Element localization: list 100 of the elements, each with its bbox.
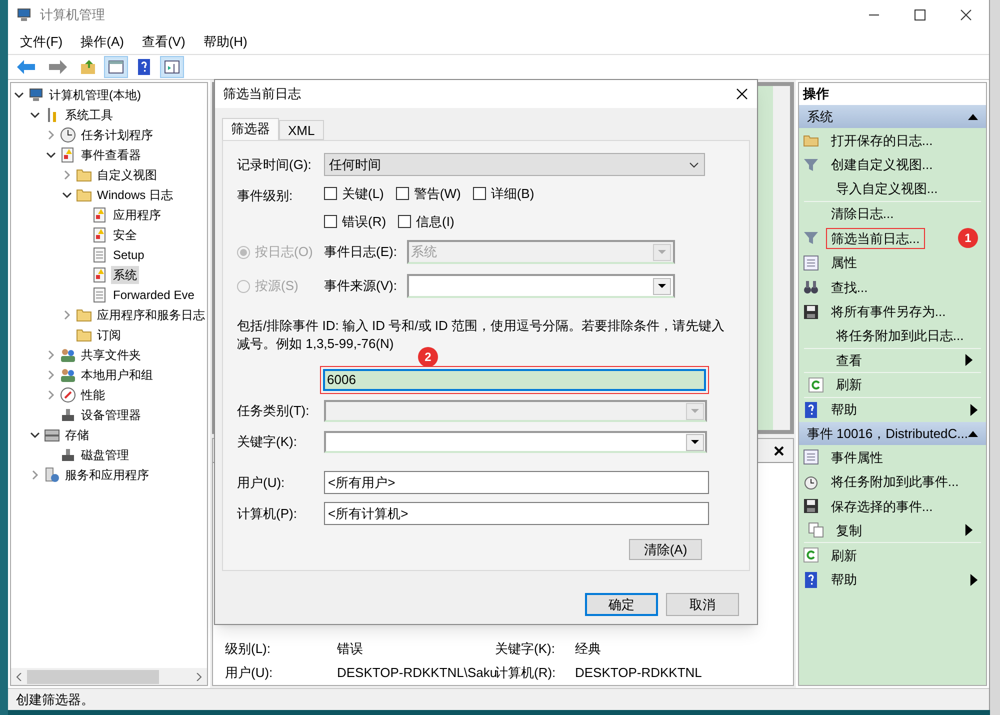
checkbox[interactable] bbox=[324, 187, 337, 200]
tree-item[interactable]: 本地用户和组 bbox=[79, 366, 155, 384]
refresh-icon bbox=[802, 547, 819, 564]
panel-icon bbox=[164, 59, 180, 75]
dropdown-field[interactable] bbox=[324, 431, 707, 453]
tree-item[interactable]: 设备管理器 bbox=[79, 406, 143, 424]
tree-item[interactable]: 应用程序和服务日志 bbox=[95, 306, 207, 324]
collapse-triangle-icon[interactable] bbox=[968, 112, 978, 122]
dropdown-caret-icon bbox=[686, 434, 704, 450]
time-dropdown[interactable]: 任何时间 bbox=[324, 153, 705, 176]
submenu-arrow-icon bbox=[970, 404, 978, 416]
funnel-icon bbox=[802, 230, 819, 246]
action-item[interactable]: 导入自定义视图... bbox=[836, 179, 973, 198]
menu-item[interactable]: 查看(V) bbox=[142, 32, 186, 52]
tree-item[interactable]: 存储 bbox=[63, 426, 91, 444]
tree-item[interactable]: 性能 bbox=[79, 386, 107, 404]
clear-button[interactable]: 清除(A) bbox=[629, 539, 702, 560]
action-item[interactable]: 将任务附加到此事件... bbox=[830, 472, 978, 492]
cancel-button[interactable]: 取消 bbox=[666, 593, 739, 616]
text-field[interactable]: <所有计算机> bbox=[324, 502, 709, 525]
maximize-icon[interactable] bbox=[914, 9, 926, 21]
checkbox[interactable] bbox=[472, 187, 486, 200]
tree-item[interactable]: 订阅 bbox=[95, 326, 123, 344]
action-item[interactable]: 创建自定义视图... bbox=[830, 155, 978, 174]
checkbox-label: 信息(I) bbox=[416, 212, 454, 231]
action-item[interactable]: 筛选当前日志... bbox=[826, 228, 924, 248]
detail-label: 级别(L): bbox=[225, 640, 272, 658]
tree-item[interactable]: 系统工具 bbox=[63, 106, 115, 124]
submenu-arrow-icon bbox=[965, 354, 973, 366]
action-item[interactable]: 将任务附加到此日志... bbox=[836, 326, 973, 346]
text-field[interactable]: <所有用户> bbox=[324, 471, 709, 494]
action-item[interactable]: 刷新 bbox=[836, 375, 973, 394]
field-label: 事件日志(E): bbox=[324, 243, 398, 262]
checkbox[interactable] bbox=[398, 214, 412, 228]
checkbox[interactable] bbox=[396, 187, 409, 200]
tree-item[interactable]: 磁盘管理 bbox=[79, 446, 131, 464]
section-header[interactable]: 事件 10016，DistributedC... bbox=[798, 422, 986, 445]
tree-item[interactable]: 应用程序 bbox=[111, 206, 163, 224]
tree-item[interactable]: 系统 bbox=[111, 266, 139, 284]
tree-item[interactable]: 自定义视图 bbox=[95, 166, 159, 184]
back-arrow-icon bbox=[16, 59, 36, 75]
tree-item[interactable]: Setup bbox=[111, 246, 146, 264]
action-item[interactable]: 帮助 bbox=[830, 400, 958, 420]
scroll-left-icon[interactable] bbox=[15, 672, 23, 680]
menu-item[interactable]: 操作(A) bbox=[80, 32, 124, 52]
tree-item[interactable]: 计算机管理(本地) bbox=[47, 86, 143, 104]
event-id-field[interactable]: 6006 bbox=[323, 369, 706, 391]
save-icon bbox=[802, 498, 819, 514]
tree-item[interactable]: 服务和应用程序 bbox=[63, 466, 151, 484]
funnel-icon bbox=[802, 156, 819, 173]
close-icon[interactable] bbox=[772, 444, 785, 456]
device-icon bbox=[60, 447, 76, 463]
ok-button[interactable]: 确定 bbox=[585, 593, 658, 616]
checkbox[interactable] bbox=[324, 214, 337, 228]
annotation-badge: 1 bbox=[958, 228, 978, 248]
menu-item[interactable]: 文件(F) bbox=[20, 32, 63, 52]
tree-item[interactable]: Forwarded Eve bbox=[111, 286, 196, 304]
help-icon bbox=[802, 572, 819, 588]
action-item[interactable]: 查看 bbox=[836, 350, 953, 370]
status-text: 创建筛选器。 bbox=[16, 690, 94, 709]
computer-icon bbox=[28, 87, 44, 103]
action-item[interactable]: 属性 bbox=[830, 253, 978, 272]
tree-item[interactable]: 共享文件夹 bbox=[79, 346, 143, 364]
action-item[interactable]: 刷新 bbox=[830, 546, 978, 565]
detail-value: 错误 bbox=[337, 640, 364, 658]
scroll-right-icon[interactable] bbox=[195, 672, 203, 680]
action-item[interactable]: 帮助 bbox=[830, 570, 958, 590]
submenu-arrow-icon bbox=[970, 574, 978, 586]
tree-item[interactable]: 安全 bbox=[111, 226, 139, 244]
tab[interactable]: XML bbox=[279, 120, 324, 140]
collapse-triangle-icon[interactable] bbox=[968, 428, 978, 438]
toolbar-button[interactable] bbox=[104, 56, 128, 78]
close-icon[interactable] bbox=[960, 9, 972, 21]
log-icon bbox=[60, 147, 76, 163]
field-label: 计算机(P): bbox=[237, 504, 298, 523]
tree-item[interactable]: 事件查看器 bbox=[79, 146, 143, 164]
tab[interactable]: 筛选器 bbox=[222, 118, 279, 140]
menu-item[interactable]: 帮助(H) bbox=[203, 32, 248, 52]
detail-label: 用户(U): bbox=[225, 664, 274, 682]
action-item[interactable]: 清除日志... bbox=[830, 204, 978, 224]
close-icon[interactable] bbox=[736, 88, 748, 100]
action-item[interactable]: 复制 bbox=[836, 520, 953, 540]
action-item[interactable]: 查找... bbox=[830, 278, 978, 297]
horizontal-scrollbar[interactable] bbox=[11, 668, 207, 685]
action-item[interactable]: 打开保存的日志... bbox=[830, 130, 978, 150]
radio-label: 按源(S) bbox=[255, 277, 298, 296]
tree-item[interactable]: 任务计划程序 bbox=[79, 126, 155, 144]
action-item[interactable]: 保存选择的事件... bbox=[830, 496, 978, 516]
log-icon bbox=[92, 227, 108, 243]
submenu-arrow-icon bbox=[965, 524, 973, 536]
forward-arrow-icon bbox=[48, 59, 68, 75]
people-icon bbox=[60, 347, 76, 363]
action-item[interactable]: 事件属性 bbox=[830, 448, 978, 467]
field-label: 关键字(K): bbox=[237, 433, 298, 452]
toolbar-button[interactable] bbox=[160, 56, 184, 78]
document-icon bbox=[92, 247, 108, 263]
action-item[interactable]: 将所有事件另存为... bbox=[830, 302, 978, 322]
tree-item[interactable]: Windows 日志 bbox=[95, 186, 176, 204]
field-label: 用户(U): bbox=[237, 474, 286, 492]
section-header[interactable]: 系统 bbox=[798, 105, 986, 128]
